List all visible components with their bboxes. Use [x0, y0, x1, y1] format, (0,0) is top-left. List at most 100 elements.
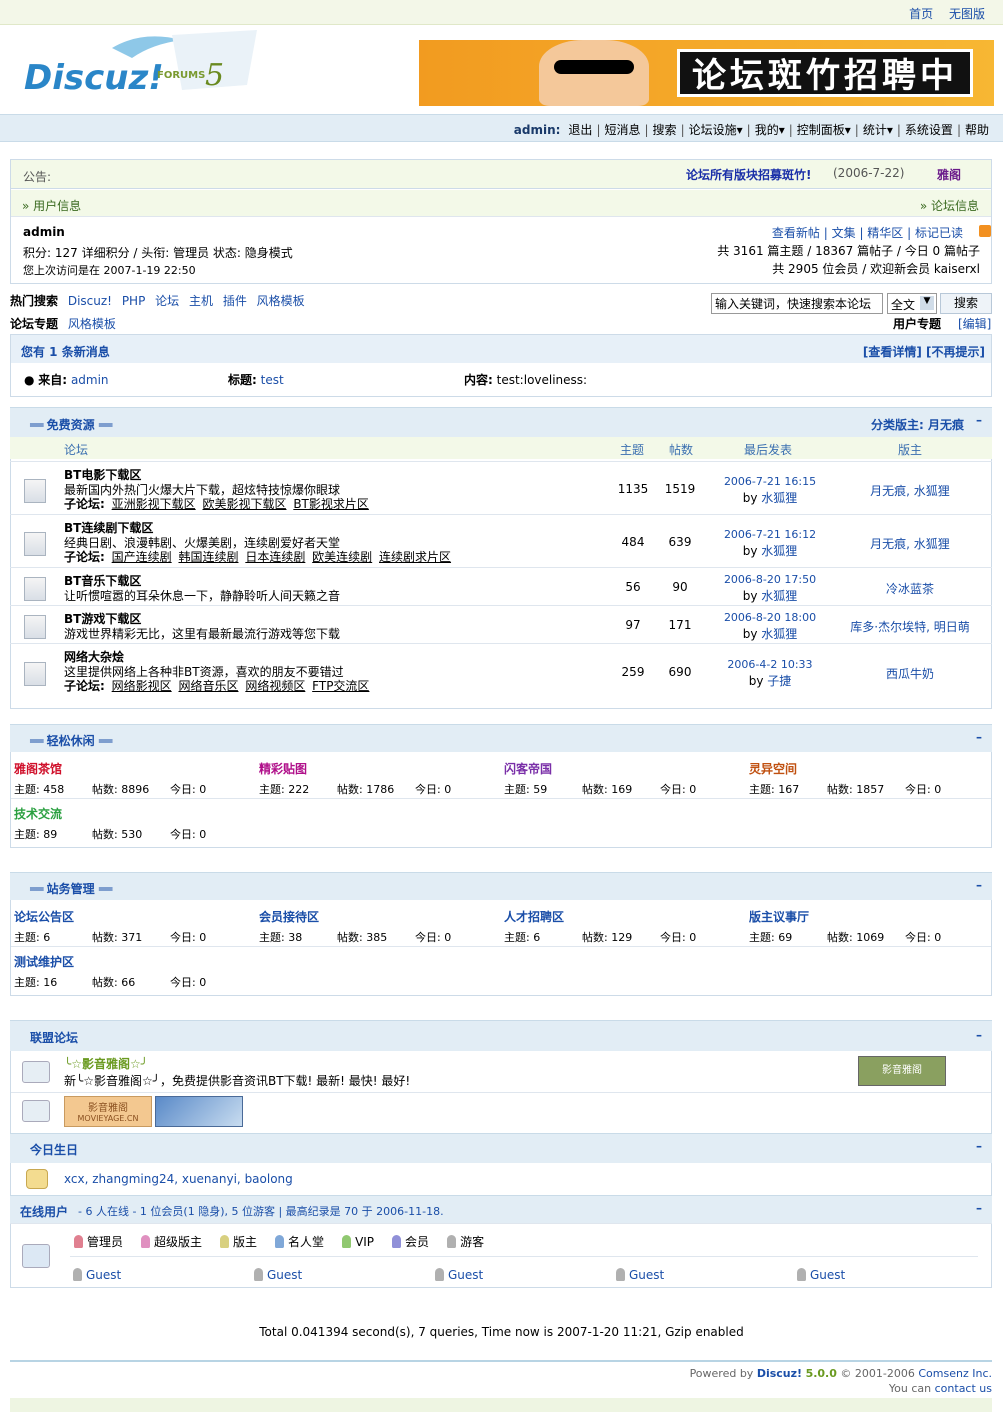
hot-forum[interactable]: 论坛	[155, 294, 179, 308]
league-logo-1[interactable]: 影音雅阁 MOVIEYAGE.CN	[64, 1096, 152, 1127]
forum-name[interactable]: 精彩贴图	[259, 760, 451, 777]
pm-subject-link[interactable]: test	[261, 373, 284, 387]
collapse-icon[interactable]: –	[976, 1028, 982, 1042]
league-logo-right[interactable]: 影音雅阁	[858, 1056, 946, 1086]
digest-link[interactable]: 文集	[832, 226, 856, 240]
sub-forum-link[interactable]: 亚洲影视下载区	[112, 497, 196, 511]
collapse-icon[interactable]: –	[976, 1201, 982, 1215]
rss-icon[interactable]	[979, 225, 991, 237]
forum-name[interactable]: 论坛公告区	[14, 908, 206, 925]
sub-forum-link[interactable]: 欧美连续剧	[312, 550, 372, 564]
lite-version-link[interactable]: 无图版	[949, 7, 985, 21]
sub-forum-link[interactable]: 连续剧求片区	[379, 550, 451, 564]
forum-name[interactable]: 测试维护区	[14, 953, 206, 970]
last-post-user[interactable]: 水狐狸	[761, 627, 797, 641]
sub-forum-link[interactable]: FTP交流区	[312, 679, 369, 693]
forum-moderators[interactable]: 西瓜牛奶	[836, 665, 984, 682]
search-type-select[interactable]: 全文 ▼	[887, 293, 937, 314]
forum-name[interactable]: 人才招聘区	[504, 908, 696, 925]
hot-plugin[interactable]: 插件	[223, 294, 247, 308]
online-guest[interactable]: Guest	[616, 1268, 664, 1282]
last-post-date[interactable]: 2006-7-21 16:15	[710, 475, 830, 488]
league-logo-2[interactable]	[155, 1096, 243, 1127]
relax-title[interactable]: 轻松休闲	[47, 734, 95, 748]
elite-link[interactable]: 精华区	[867, 226, 903, 240]
topic-style[interactable]: 风格模板	[68, 317, 116, 331]
league-icon	[22, 1100, 50, 1122]
league-name[interactable]: ╰☆影音雅阁☆╯	[64, 1055, 148, 1072]
nav-help[interactable]: 帮助	[961, 123, 993, 137]
search-button[interactable]: 搜索	[940, 293, 992, 314]
hot-style[interactable]: 风格模板	[257, 294, 305, 308]
collapse-icon[interactable]: –	[976, 413, 982, 427]
forum-posts: 帖数: 8896	[92, 783, 150, 796]
admin-title[interactable]: 站务管理	[47, 882, 95, 896]
collapse-icon[interactable]: –	[976, 730, 982, 744]
forum-moderators[interactable]: 库多·杰尔埃特, 明日萌	[836, 618, 984, 635]
sub-forum-link[interactable]: 韩国连续剧	[178, 550, 238, 564]
company-link[interactable]: Comsenz Inc.	[918, 1367, 992, 1380]
sub-forum-link[interactable]: 网络音乐区	[178, 679, 238, 693]
hot-php[interactable]: PHP	[122, 294, 146, 308]
forum-name[interactable]: 雅阁茶馆	[14, 760, 206, 777]
forum-moderators[interactable]: 月无痕, 水狐狸	[836, 535, 984, 552]
sub-forum-link[interactable]: 日本连续剧	[245, 550, 305, 564]
last-post-date[interactable]: 2006-7-21 16:12	[710, 528, 830, 541]
nav-settings[interactable]: 系统设置	[901, 123, 957, 137]
collapse-icon[interactable]: –	[976, 878, 982, 892]
notice-author[interactable]: 雅阁	[937, 166, 961, 183]
free-title-text[interactable]: 免费资源	[47, 418, 95, 432]
guest-icon	[616, 1268, 625, 1281]
mark-read-link[interactable]: 标记已读	[915, 226, 963, 240]
nav-control-panel[interactable]: 控制面板▾	[793, 123, 855, 137]
nav-logout[interactable]: 退出	[564, 123, 596, 137]
forum-name[interactable]: 技术交流	[14, 805, 206, 822]
forum-name[interactable]: 灵异空间	[749, 760, 941, 777]
last-post-user[interactable]: 水狐狸	[761, 589, 797, 603]
forum-name[interactable]: 版主议事厅	[749, 908, 941, 925]
hot-host[interactable]: 主机	[189, 294, 213, 308]
last-post-date[interactable]: 2006-8-20 17:50	[710, 573, 830, 586]
league-logo1-sub: MOVIEYAGE.CN	[77, 1114, 139, 1123]
nav-my[interactable]: 我的▾	[751, 123, 789, 137]
search-input[interactable]	[711, 293, 883, 314]
pm-actions[interactable]: [查看详情] [不再提示]	[863, 343, 985, 360]
last-post-user[interactable]: 水狐狸	[761, 491, 797, 505]
pm-from-user[interactable]: admin	[71, 373, 109, 387]
sub-forum-link[interactable]: BT影视求片区	[293, 497, 369, 511]
home-link[interactable]: 首页	[909, 7, 933, 21]
nav-stats[interactable]: 统计▾	[859, 123, 897, 137]
online-guest[interactable]: Guest	[797, 1268, 845, 1282]
powered-brand[interactable]: Discuz!	[757, 1367, 802, 1380]
collapse-icon[interactable]: –	[976, 1139, 982, 1153]
discuz-logo[interactable]: Discuz! FORUMS 5	[22, 30, 262, 100]
last-post-date[interactable]: 2006-4-2 10:33	[710, 658, 830, 671]
online-guest[interactable]: Guest	[435, 1268, 483, 1282]
forum-name[interactable]: 会员接待区	[259, 908, 451, 925]
nav-forum-tools[interactable]: 论坛设施▾	[685, 123, 747, 137]
online-guest[interactable]: Guest	[254, 1268, 302, 1282]
sub-forum-link[interactable]: 欧美影视下载区	[202, 497, 286, 511]
hot-discuz[interactable]: Discuz!	[68, 294, 112, 308]
last-post-date[interactable]: 2006-8-20 18:00	[710, 611, 830, 624]
forum-name[interactable]: 闪客帝国	[504, 760, 696, 777]
online-guest[interactable]: Guest	[73, 1268, 121, 1282]
nav-search[interactable]: 搜索	[649, 123, 681, 137]
sub-forum-link[interactable]: 网络视频区	[245, 679, 305, 693]
forum-moderators[interactable]: 月无痕, 水狐狸	[836, 482, 984, 499]
contact-link[interactable]: contact us	[935, 1382, 992, 1395]
notice-title[interactable]: 论坛所有版块招募斑竹!	[686, 166, 811, 183]
last-post-user[interactable]: 水狐狸	[761, 544, 797, 558]
edit-topics-link[interactable]: [编辑]	[958, 315, 991, 332]
recruit-banner[interactable]: 论坛斑竹招聘中	[419, 40, 994, 106]
nav-pm[interactable]: 短消息	[600, 123, 644, 137]
view-new-posts-link[interactable]: 查看新帖	[772, 226, 820, 240]
pm-title[interactable]: 您有 1 条新消息	[21, 343, 110, 360]
sub-forum-link[interactable]: 国产连续剧	[112, 550, 172, 564]
last-post-user[interactable]: 子捷	[767, 674, 791, 688]
forum-moderators[interactable]: 冷冰蓝茶	[836, 580, 984, 597]
nav-username[interactable]: admin:	[510, 123, 565, 137]
online-title[interactable]: 在线用户	[20, 1203, 68, 1220]
birthday-names[interactable]: xcx, zhangming24, xuenanyi, baolong	[64, 1172, 293, 1186]
sub-forum-link[interactable]: 网络影视区	[112, 679, 172, 693]
